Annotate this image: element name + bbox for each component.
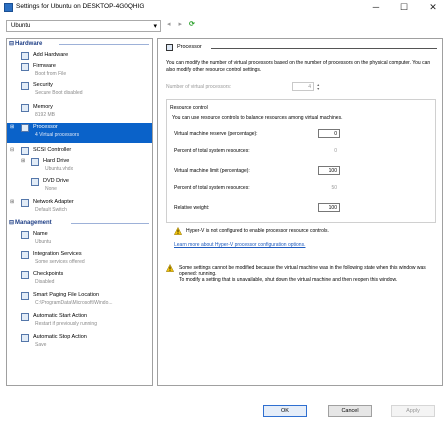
weight-input[interactable]: 100: [318, 203, 340, 212]
tree-item-network-adapter[interactable]: ⊞ Network Adapter Default Switch: [7, 198, 152, 216]
tree-item-automatic-stop[interactable]: Automatic Stop Action Save: [7, 333, 152, 351]
back-icon[interactable]: ◂: [167, 21, 171, 28]
network-adapter-icon: [21, 199, 29, 207]
processor-description: You can modify the number of virtual pro…: [166, 60, 431, 73]
stepper-arrows-icon[interactable]: ▲ ▼: [317, 83, 320, 91]
chevron-down-icon: ▾: [153, 23, 157, 30]
warning-icon: [174, 227, 182, 235]
window-title: Settings for Ubuntu on DESKTOP-4G0QHIG: [16, 3, 145, 10]
management-section-header[interactable]: ⊟Management: [9, 219, 149, 227]
tree-item-smart-paging[interactable]: Smart Paging File Location C:\ProgramDat…: [7, 291, 152, 309]
tree-item-security[interactable]: Security Secure Boot disabled: [7, 81, 152, 99]
memory-icon: [21, 104, 29, 112]
tree-item-checkpoints[interactable]: Checkpoints Disabled: [7, 270, 152, 288]
automatic-stop-icon: [21, 334, 29, 342]
expand-icon[interactable]: ⊞: [10, 124, 16, 130]
tree-item-memory[interactable]: Memory 8192 MB: [7, 103, 152, 121]
apply-button[interactable]: Apply: [391, 405, 435, 417]
tree-item-dvd-drive[interactable]: DVD Drive None: [7, 177, 152, 195]
processor-icon: [21, 124, 29, 132]
tree-item-processor[interactable]: ⊞ Processor 4 Virtual processors: [7, 123, 152, 143]
hardware-section-header[interactable]: ⊟Hardware: [9, 40, 149, 48]
learn-more-link[interactable]: Learn more about Hyper-V processor confi…: [174, 242, 305, 248]
divider: [211, 48, 437, 49]
percent-limit-value: 50: [331, 185, 337, 191]
percent-reserve-value: 0: [334, 148, 337, 154]
toolbar: Ubuntu ▾ ◂ ▸ ⟳: [6, 20, 443, 34]
nav-buttons: ◂ ▸ ⟳: [167, 20, 195, 32]
num-processors-stepper[interactable]: 4 ▲ ▼: [292, 82, 320, 91]
weight-label: Relative weight:: [174, 205, 210, 211]
ok-button[interactable]: OK: [263, 405, 307, 417]
percent-reserve-label: Percent of total system resources:: [174, 148, 250, 154]
tree-item-firmware[interactable]: Firmware Boot from File: [7, 62, 152, 80]
processor-settings-panel: Processor You can modify the number of v…: [157, 38, 443, 386]
refresh-icon[interactable]: ⟳: [189, 21, 195, 28]
hard-drive-icon: [31, 158, 39, 166]
smart-paging-icon: [21, 292, 29, 300]
warning-icon: [166, 264, 174, 272]
state-warning-text: Some settings cannot be modified because…: [179, 265, 426, 283]
shield-icon: [21, 82, 29, 90]
add-hardware-icon: [21, 52, 29, 60]
limit-label: Virtual machine limit (percentage):: [174, 168, 250, 174]
limit-input[interactable]: 100: [318, 166, 340, 175]
close-button[interactable]: ✕: [419, 1, 447, 14]
section-title: Processor: [177, 44, 202, 50]
settings-tree: ⊟Hardware Add Hardware Firmware Boot fro…: [6, 38, 153, 386]
dvd-drive-icon: [31, 178, 39, 186]
hyperv-warning-text: Hyper-V is not configured to enable proc…: [186, 228, 329, 234]
resource-control-description: You can use resource controls to balance…: [172, 115, 343, 121]
maximize-button[interactable]: ☐: [390, 1, 418, 14]
processor-icon: [166, 44, 173, 51]
percent-limit-label: Percent of total system resources:: [174, 185, 250, 191]
tree-item-hard-drive[interactable]: ⊞ Hard Drive Ubuntu.vhdx: [7, 157, 152, 175]
collapse-icon[interactable]: ⊟: [10, 147, 16, 153]
automatic-start-icon: [21, 313, 29, 321]
reserve-input[interactable]: 0: [318, 129, 340, 138]
hyperv-settings-icon: [4, 3, 13, 12]
resource-control-header: Resource control: [170, 105, 208, 111]
tree-item-integration-services[interactable]: Integration Services Some services offer…: [7, 250, 152, 268]
vm-selector[interactable]: Ubuntu ▾: [6, 20, 161, 32]
expand-icon[interactable]: ⊞: [21, 158, 27, 164]
tree-item-automatic-start[interactable]: Automatic Start Action Restart if previo…: [7, 312, 152, 330]
checkpoints-icon: [21, 271, 29, 279]
name-icon: [21, 231, 29, 239]
title-bar: Settings for Ubuntu on DESKTOP-4G0QHIG ─…: [0, 0, 447, 16]
minimize-button[interactable]: ─: [362, 1, 390, 14]
scsi-controller-icon: [21, 147, 29, 155]
forward-icon[interactable]: ▸: [178, 21, 182, 28]
expand-icon[interactable]: ⊞: [10, 199, 16, 205]
reserve-label: Virtual machine reserve (percentage):: [174, 131, 258, 137]
num-processors-label: Number of virtual processors:: [166, 84, 232, 90]
firmware-icon: [21, 63, 29, 71]
cancel-button[interactable]: Cancel: [328, 405, 372, 417]
vm-selector-value: Ubuntu: [11, 23, 31, 29]
tree-item-name[interactable]: Name Ubuntu: [7, 230, 152, 248]
integration-services-icon: [21, 251, 29, 259]
